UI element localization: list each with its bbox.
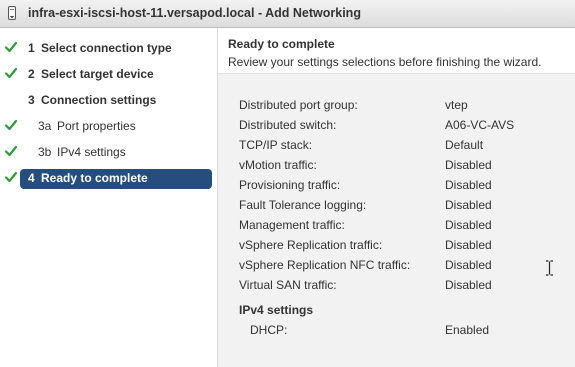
summary-value: Default [445,138,484,152]
ipv4-settings-heading: IPv4 settings [239,303,314,317]
summary-label: Distributed switch: [239,118,337,132]
page-title: Ready to complete [228,37,335,51]
summary-row-tcpip-stack: TCP/IP stack: Default [239,138,569,156]
step-number: 3a [38,119,52,133]
summary-value: Enabled [445,323,490,337]
step-number: 3b [38,145,52,159]
summary-value: Disabled [445,258,492,272]
summary-value: A06-VC-AVS [445,118,515,132]
summary-row-distributed-switch: Distributed switch: A06-VC-AVS [239,118,569,136]
step-ready-to-complete[interactable]: 4 Ready to complete [0,169,218,189]
summary-label: Distributed port group: [239,98,358,112]
page-description: Review your settings selections before f… [228,55,542,69]
summary-row-management-traffic: Management traffic: Disabled [239,218,569,236]
summary-row-vmotion-traffic: vMotion traffic: Disabled [239,158,569,176]
summary-value: Disabled [445,158,492,172]
step-number: 1 [28,41,35,55]
summary-row-fault-tolerance-logging: Fault Tolerance logging: Disabled [239,198,569,216]
window-titlebar[interactable]: infra-esxi-iscsi-host-11.versapod.local … [0,0,575,28]
summary-value: Disabled [445,178,492,192]
summary-row-distributed-port-group: Distributed port group: vtep [239,98,569,116]
step-number: 4 [28,171,35,185]
window-title: infra-esxi-iscsi-host-11.versapod.local … [28,6,361,20]
page-header: Ready to complete Review your settings s… [218,28,575,74]
summary-label: Fault Tolerance logging: [239,198,367,212]
summary-label: DHCP: [250,323,288,337]
checkmark-icon [4,171,18,183]
checkmark-icon [4,41,18,53]
summary-row-vsphere-replication-nfc-traffic: vSphere Replication NFC traffic: Disable… [239,258,569,276]
wizard-content-panel: Ready to complete Review your settings s… [218,28,575,367]
summary-row-vsphere-replication-traffic: vSphere Replication traffic: Disabled [239,238,569,256]
summary-label: vSphere Replication traffic: [239,238,383,252]
text-cursor-icon [546,260,553,276]
summary-row-dhcp: DHCP: Enabled [239,323,569,341]
checkmark-icon [4,119,18,131]
step-label: IPv4 settings [57,145,126,159]
step-port-properties[interactable]: 3a Port properties [0,117,218,137]
step-number: 3 [28,93,35,107]
summary-row-provisioning-traffic: Provisioning traffic: Disabled [239,178,569,196]
summary-label: Management traffic: [239,218,345,232]
checkmark-icon [4,145,18,157]
summary-label: TCP/IP stack: [239,138,313,152]
step-connection-settings[interactable]: 3 Connection settings [0,91,218,111]
step-label: Ready to complete [41,171,148,185]
step-label: Connection settings [41,93,157,107]
step-label: Select target device [41,67,154,81]
step-select-target-device[interactable]: 2 Select target device [0,65,218,85]
summary-value: Disabled [445,218,492,232]
step-ipv4-settings[interactable]: 3b IPv4 settings [0,143,218,163]
step-number: 2 [28,67,35,81]
summary-value: Disabled [445,198,492,212]
step-select-connection-type[interactable]: 1 Select connection type [0,39,218,59]
summary-value: Disabled [445,238,492,252]
summary-label: Virtual SAN traffic: [239,278,337,292]
summary-value: vtep [445,98,468,112]
step-label: Port properties [57,119,136,133]
add-networking-window: infra-esxi-iscsi-host-11.versapod.local … [0,0,575,367]
summary-row-virtual-san-traffic: Virtual SAN traffic: Disabled [239,278,569,296]
summary-value: Disabled [445,278,492,292]
summary-label: Provisioning traffic: [239,178,341,192]
checkmark-icon [4,67,18,79]
host-device-icon [8,6,16,20]
step-label: Select connection type [41,41,172,55]
summary-label: vMotion traffic: [239,158,317,172]
wizard-steps-sidebar: 1 Select connection type 2 Select target… [0,28,218,367]
summary-label: vSphere Replication NFC traffic: [239,258,411,272]
